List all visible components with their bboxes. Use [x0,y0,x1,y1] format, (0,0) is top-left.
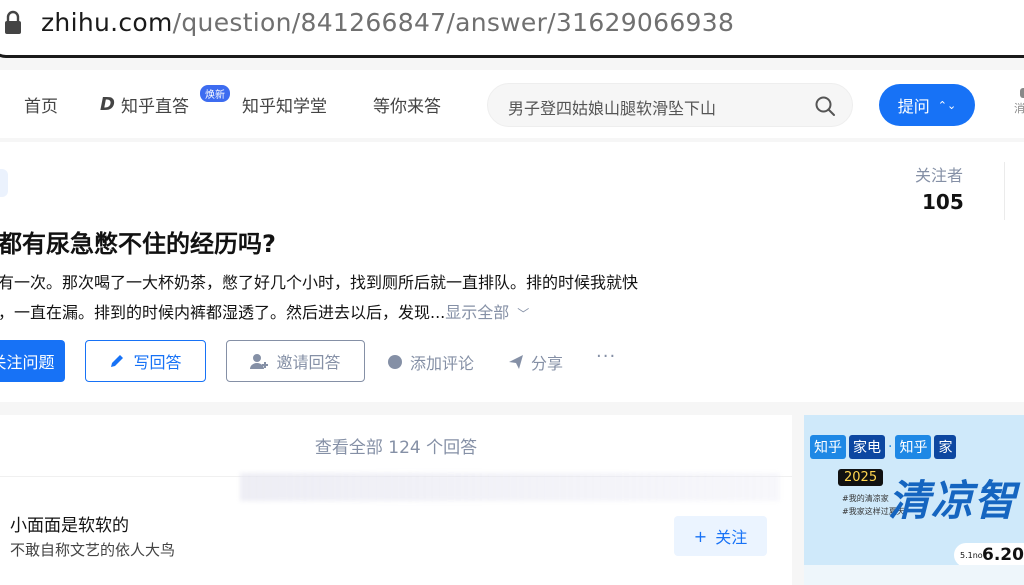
ad-separator: · [888,439,893,455]
nav-home[interactable]: 首页 [24,92,58,117]
author-bio: 不敢自称文艺的依人大鸟 [10,541,176,559]
messages-label: 消 [1014,102,1024,115]
messages-button[interactable]: 消 [1014,88,1024,118]
question-detail-line: ，一直在漏。排到的时候内裤都湿透了。然后进去以后，发现... [0,303,446,322]
bell-icon [1020,88,1024,98]
lock-icon [5,10,21,34]
more-options-button[interactable]: ··· [596,346,616,367]
ad-date-prefix: 5.1no [960,551,983,560]
ad-brand-row: 知乎 家电 · 知乎 家 [810,435,1024,459]
new-badge: 焕新 [200,85,230,102]
chevron-down-icon[interactable]: ﹀ [517,307,529,321]
view-all-answers-link[interactable]: 查看全部 124 个回答 [0,415,792,477]
ask-question-label: 提问 [897,97,930,116]
follow-question-button[interactable]: 关注问题 [0,340,65,382]
follow-author-label: 关注 [715,528,748,547]
follow-author-button[interactable]: + 关注 [674,516,767,556]
followers-label: 关注者 [915,166,964,185]
show-all-link[interactable]: 显示全部 [445,303,509,322]
write-answer-button[interactable]: 写回答 [85,340,206,382]
pencil-icon [111,355,124,367]
ask-question-button[interactable]: 提问 ⌃⌄ [879,84,975,126]
ad-banner[interactable]: 知乎 家电 · 知乎 家 2025 #我的清凉家 #我家这样过夏天 清凉智 6.… [804,415,1024,585]
ad-headline: 清凉智 [888,476,1018,525]
answers-list: 查看全部 124 个回答 小面面是软软的 不敢自称文艺的依人大鸟 + 关注 [0,415,792,585]
question-detail-line: 有一次。那次喝了一大杯奶茶，憋了好几个小时，找到厕所后就一直排队。排的时候我就快 [0,273,639,292]
top-nav: 首页 D 知乎直答 焕新 知乎知学堂 等你来答 男子登四姑娘山腿软滑坠下山 提问… [0,70,1024,138]
ad-brand: 知乎 [895,435,932,459]
add-comment-button[interactable]: 添加评论 [387,350,474,374]
nav-zhixuetang[interactable]: 知乎知学堂 [242,92,327,117]
write-answer-label: 写回答 [133,353,182,372]
nav-waiting-answers[interactable]: 等你来答 [373,92,441,117]
comment-icon [388,355,402,369]
search-input-value: 男子登四姑娘山腿软滑坠下山 [508,99,717,118]
invite-answer-label: 邀请回答 [276,353,341,372]
zhida-logo-icon: D [100,94,115,115]
ad-hashtag: #我的清凉家 [842,494,889,503]
question-detail: 有一次。那次喝了一大杯奶茶，憋了好几个小时，找到厕所后就一直排队。排的时候我就快… [0,268,778,329]
search-icon[interactable] [814,95,836,117]
share-icon [509,355,523,369]
chevron-updown-icon: ⌃⌄ [937,98,957,112]
share-label: 分享 [531,354,564,373]
add-comment-label: 添加评论 [410,354,475,373]
address-bar[interactable]: zhihu.com/question/841266847/answer/3162… [0,0,1024,58]
plus-icon: + [693,526,708,546]
followers-count[interactable]: 105 [922,190,964,214]
ad-brand-tag: 家电 [849,435,885,459]
question-title[interactable]: 都有尿急憋不住的经历吗? [0,224,276,259]
share-button[interactable]: 分享 [508,350,563,374]
invite-answer-button[interactable]: 邀请回答 [226,340,365,382]
ad-brand: 知乎 [810,435,846,459]
ad-brand-tag: 家 [934,435,957,459]
question-card: 关注者 105 都有尿急憋不住的经历吗? 有一次。那次喝了一大杯奶茶，憋了好几个… [0,142,1024,402]
url-text[interactable]: zhihu.com/question/841266847/answer/3162… [41,8,734,37]
nav-zhida-label: 知乎直答 [120,97,189,117]
nav-zhida[interactable]: D 知乎直答 [100,92,189,117]
divider [1004,162,1005,220]
author-name[interactable]: 小面面是软软的 [10,511,129,536]
search-input[interactable]: 男子登四姑娘山腿软滑坠下山 [487,83,853,127]
ad-year: 2025 [838,469,884,486]
ad-footer [804,565,1024,585]
topic-tag[interactable] [0,169,8,197]
video-overlay-artifact [240,473,780,501]
invite-user-icon [250,354,269,369]
